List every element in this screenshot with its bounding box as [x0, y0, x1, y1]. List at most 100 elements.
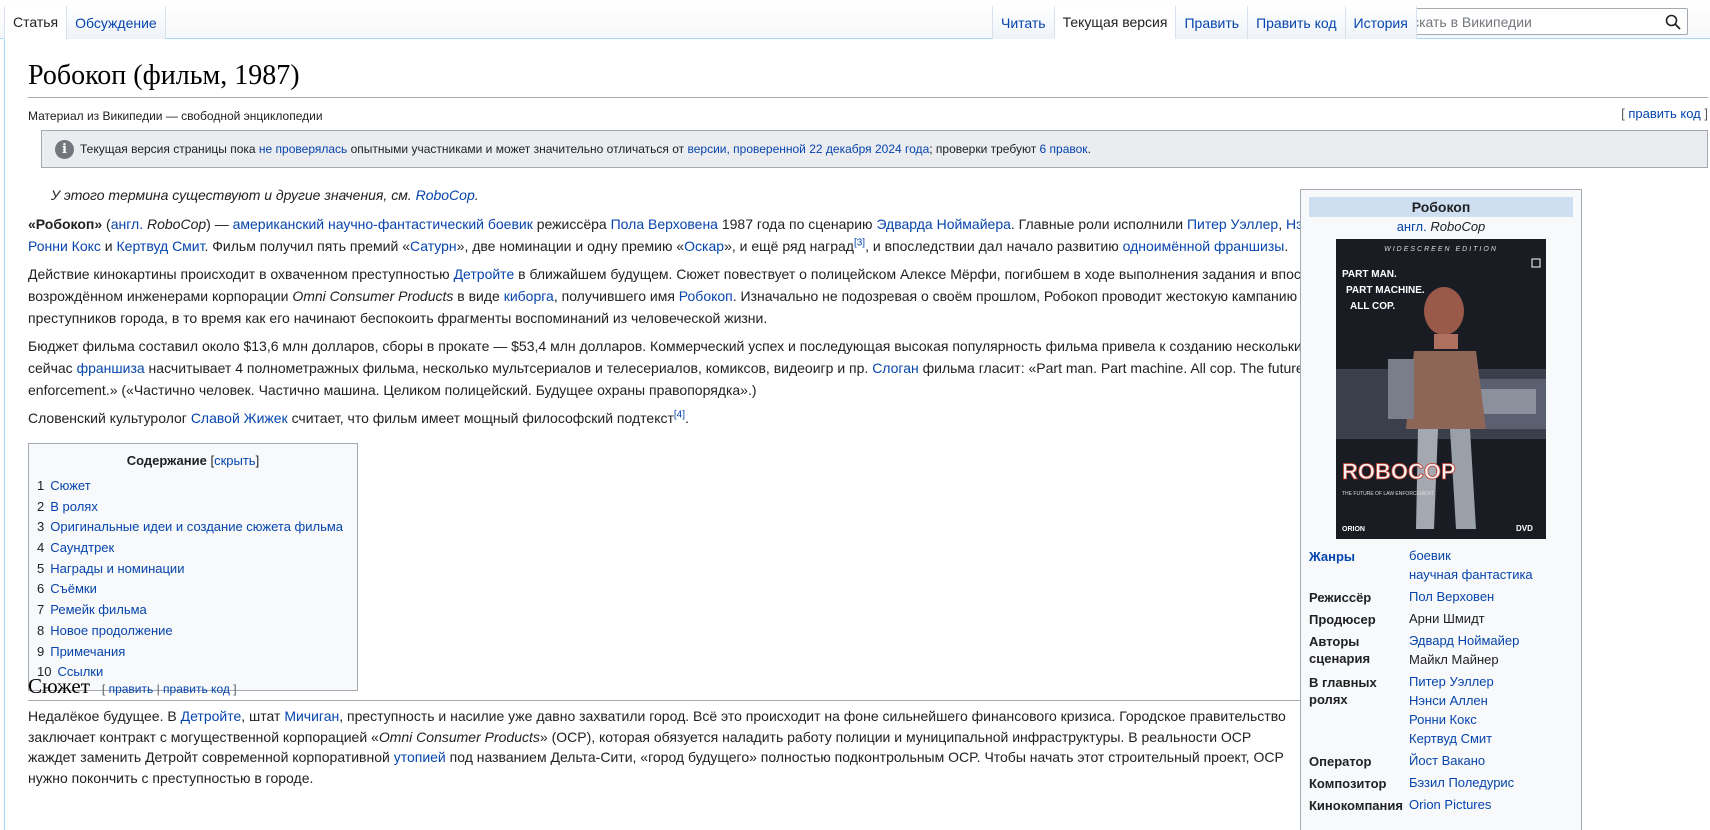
link-zizek[interactable]: Славой Жижек: [191, 410, 288, 426]
toc-item[interactable]: 1 Сюжет: [37, 476, 349, 497]
infobox-value: боевик научная фантастика: [1409, 546, 1573, 584]
toc-toggle: [скрыть]: [207, 453, 259, 468]
link-franchise[interactable]: франшиза: [77, 360, 145, 376]
toc-hide-link[interactable]: скрыть: [214, 453, 256, 468]
tab-current-version[interactable]: Текущая версия: [1053, 6, 1176, 39]
toc-num: 4: [37, 540, 45, 556]
link-detroit[interactable]: Детройте: [454, 266, 515, 282]
corp-name: Omni Consumer Products: [292, 288, 454, 304]
link-utopia[interactable]: утопией: [394, 749, 446, 765]
actor-link[interactable]: Кертвуд Смит: [1409, 731, 1492, 746]
link-english[interactable]: англ.: [1397, 219, 1427, 234]
infobox-row-writers: Авторы сценария Эдвард Ноймайер Майкл Май…: [1309, 631, 1573, 669]
toc-link[interactable]: Съёмки: [50, 581, 97, 596]
toc-link[interactable]: Сюжет: [50, 478, 90, 493]
section-edit-link[interactable]: править: [109, 682, 154, 696]
link-slogan[interactable]: Слоган: [872, 360, 919, 376]
bracket: [: [206, 453, 215, 468]
edit-code-top-link[interactable]: править код: [1628, 106, 1700, 121]
link-robocop[interactable]: Робокоп: [679, 288, 733, 304]
text: . Главные роли исполнили: [1010, 216, 1187, 232]
poster-logo: ROBOCOP: [1342, 459, 1456, 484]
toc-item[interactable]: 4 Саундтрек: [37, 538, 349, 559]
poster-line-3: ALL COP.: [1350, 301, 1395, 312]
search-icon[interactable]: [1665, 14, 1681, 30]
poster-line-1: PART MAN.: [1342, 269, 1397, 280]
link-english[interactable]: англ.: [111, 216, 143, 232]
link-detroit[interactable]: Детройте: [181, 708, 242, 724]
lead-paragraph-4: Словенский культуролог Славой Жижек счит…: [28, 407, 1408, 429]
toc-item[interactable]: 2 В ролях: [37, 497, 349, 518]
actor-link[interactable]: Нэнси Аллен: [1409, 693, 1488, 708]
movie-poster[interactable]: WIDESCREEN EDITION PART MAN. PART MACHIN…: [1336, 239, 1546, 539]
link-michigan[interactable]: Мичиган: [284, 708, 339, 724]
infobox-title: Робокоп: [1309, 197, 1573, 217]
link-oscar[interactable]: Оскар: [684, 238, 724, 254]
notice-link-pending-edits[interactable]: 6 правок: [1040, 142, 1088, 156]
director-link[interactable]: Пол Верховен: [1409, 589, 1494, 604]
actor-link[interactable]: Питер Уэллер: [1409, 674, 1494, 689]
notice-link-not-reviewed[interactable]: не проверялась: [259, 142, 347, 156]
toc-item[interactable]: 6 Съёмки: [37, 579, 349, 600]
text: Словенский культуролог: [28, 410, 191, 426]
toc-item[interactable]: 8 Новое продолжение: [37, 621, 349, 642]
toc-link[interactable]: Новое продолжение: [50, 623, 172, 638]
link-director[interactable]: Пола Верховена: [611, 216, 718, 232]
company-link[interactable]: Orion Pictures: [1409, 797, 1491, 812]
toc-link[interactable]: Ремейк фильма: [50, 602, 147, 617]
operator-link[interactable]: Йост Вакано: [1409, 753, 1485, 768]
toc-link[interactable]: Саундтрек: [50, 540, 114, 555]
text: Действие кинокартины происходит в охваче…: [28, 266, 454, 282]
tab-history[interactable]: История: [1344, 6, 1417, 39]
genre-link[interactable]: научная фантастика: [1409, 567, 1533, 582]
toc-link[interactable]: Примечания: [50, 644, 125, 659]
tab-read[interactable]: Читать: [992, 6, 1054, 39]
section-divider: [28, 700, 1314, 701]
writer-link[interactable]: Эдвард Ноймайер: [1409, 633, 1519, 648]
link-franchise[interactable]: одноимённой франшизы: [1123, 238, 1285, 254]
infobox-label: Авторы сценария: [1309, 634, 1371, 666]
notice-link-reviewed-version[interactable]: версии, проверенной 22 декабря 2024 года: [687, 142, 929, 156]
infobox-row-operator: Оператор Йост Вакано: [1309, 751, 1573, 770]
toc-item[interactable]: 9 Примечания: [37, 642, 349, 663]
toc-item[interactable]: 3 Оригинальные идеи и создание сюжета фил…: [37, 517, 349, 538]
poster-line-2: PART MACHINE.: [1346, 285, 1425, 296]
toc-link[interactable]: Награды и номинации: [50, 561, 184, 576]
toc-link[interactable]: Оригинальные идеи и создание сюжета филь…: [50, 519, 343, 534]
tab-edit-source[interactable]: Править код: [1247, 6, 1345, 39]
toc-title: Содержание [скрыть]: [37, 453, 349, 468]
toc-item[interactable]: 7 Ремейк фильма: [37, 600, 349, 621]
toc-link[interactable]: В ролях: [50, 499, 98, 514]
actor-link[interactable]: Ронни Кокс: [1409, 712, 1477, 727]
link-actor[interactable]: Ронни Кокс: [28, 238, 101, 254]
reference-3[interactable]: [3]: [854, 237, 865, 248]
link-cyborg[interactable]: киборга: [504, 288, 554, 304]
table-of-contents: Содержание [скрыть] 1 Сюжет 2 В ролях 3 Ори…: [28, 443, 358, 691]
corp-name: Omni Consumer Products: [378, 728, 540, 745]
genre-link[interactable]: боевик: [1409, 548, 1451, 563]
link-writer[interactable]: Эдварда Ноймайера: [876, 216, 1010, 232]
reference-4[interactable]: [4]: [674, 409, 685, 420]
link-actor[interactable]: Питер Уэллер: [1187, 216, 1278, 232]
infobox-row-director: Режиссёр Пол Верховен: [1309, 587, 1573, 606]
infobox-value: Эдвард Ноймайер Майкл Майнер: [1409, 631, 1573, 669]
link-actor[interactable]: Кертвуд Смит: [117, 238, 205, 254]
section-edit-code-link[interactable]: править код: [163, 682, 230, 696]
text: ) —: [206, 216, 233, 232]
tab-article[interactable]: Статья: [4, 6, 67, 39]
tab-edit[interactable]: Править: [1175, 6, 1248, 39]
search-input[interactable]: [1395, 13, 1655, 30]
text: и: [100, 238, 117, 254]
toc-item[interactable]: 5 Награды и номинации: [37, 559, 349, 580]
link-saturn[interactable]: Сатурн: [410, 238, 457, 254]
tab-talk[interactable]: Обсуждение: [66, 6, 166, 39]
infobox-label: Оператор: [1309, 754, 1372, 769]
infobox-value: Питер Уэллер Нэнси Аллен Ронни Кокс Керт…: [1409, 672, 1573, 748]
genres-label-link[interactable]: Жанры: [1309, 549, 1355, 564]
link-genre[interactable]: американский научно-фантастический боеви…: [233, 216, 533, 232]
producer-name: Арни Шмидт: [1409, 611, 1485, 626]
hatnote-link[interactable]: RoboCop: [416, 187, 475, 203]
view-tabs: Читать Текущая версия Править Править ко…: [992, 6, 1417, 39]
composer-link[interactable]: Бэзил Поледурис: [1409, 775, 1514, 790]
toc-heading: Содержание: [126, 453, 207, 468]
